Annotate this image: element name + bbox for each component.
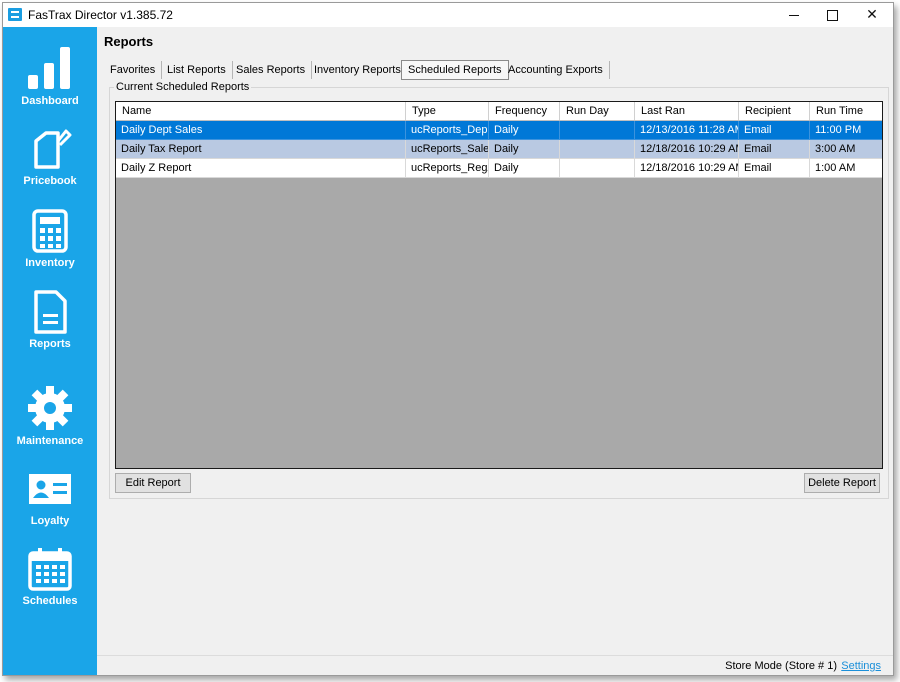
sidebar-item-label: Maintenance	[16, 435, 84, 447]
sidebar-item-inventory[interactable]: Inventory	[3, 209, 97, 283]
column-header-recipient[interactable]: Recipient	[739, 102, 810, 120]
close-icon: ✕	[866, 7, 878, 23]
bar-chart-icon	[28, 47, 70, 89]
sidebar-item-label: Dashboard	[21, 95, 79, 107]
tab-sales-reports[interactable]: Sales Reports	[230, 61, 313, 79]
column-header-run-day[interactable]: Run Day	[560, 102, 635, 120]
price-tag-icon	[34, 129, 72, 169]
cell-run-day	[560, 159, 635, 178]
sidebar-item-label: Inventory	[25, 257, 75, 269]
sidebar: Dashboard Pricebook Inventory Reports Ma…	[3, 27, 97, 675]
cell-run-time: 3:00 AM	[810, 140, 882, 159]
cell-name: Daily Tax Report	[116, 140, 406, 159]
minimize-button[interactable]	[775, 3, 813, 27]
tab-list-reports[interactable]: List Reports	[161, 61, 233, 79]
cell-last-ran: 12/18/2016 10:29 AM	[635, 140, 739, 159]
column-header-run-time[interactable]: Run Time	[810, 102, 882, 120]
column-header-last-ran[interactable]: Last Ran	[635, 102, 739, 120]
document-icon	[34, 290, 67, 334]
calendar-icon	[28, 548, 72, 591]
cell-recipient: Email	[739, 121, 810, 140]
cell-run-time: 11:00 PM	[810, 121, 882, 140]
tab-inventory-reports[interactable]: Inventory Reports	[308, 61, 408, 79]
cell-frequency: Daily	[489, 140, 560, 159]
cell-recipient: Email	[739, 140, 810, 159]
minimize-icon	[789, 14, 799, 16]
grid-header: Name Type Frequency Run Day Last Ran Rec…	[116, 102, 882, 121]
group-label: Current Scheduled Reports	[114, 81, 252, 93]
sidebar-item-label: Pricebook	[23, 175, 77, 187]
cell-run-day	[560, 140, 635, 159]
status-bar: Store Mode (Store # 1) Settings	[97, 655, 893, 675]
id-card-icon	[29, 474, 71, 504]
close-button[interactable]: ✕	[853, 3, 891, 27]
sidebar-item-schedules[interactable]: Schedules	[3, 547, 97, 621]
edit-report-button[interactable]: Edit Report	[115, 473, 191, 493]
main-content: Reports Favorites List Reports Sales Rep…	[97, 27, 893, 675]
maximize-icon	[826, 9, 838, 21]
cell-last-ran: 12/18/2016 10:29 AM	[635, 159, 739, 178]
calculator-icon	[32, 209, 68, 253]
column-header-frequency[interactable]: Frequency	[489, 102, 560, 120]
scheduled-reports-grid: Name Type Frequency Run Day Last Ran Rec…	[115, 101, 883, 469]
column-header-type[interactable]: Type	[406, 102, 489, 120]
cell-type: ucReports_RegZ	[406, 159, 489, 178]
sidebar-item-maintenance[interactable]: Maintenance	[3, 385, 97, 459]
sidebar-item-dashboard[interactable]: Dashboard	[3, 45, 97, 119]
cell-run-time: 1:00 AM	[810, 159, 882, 178]
scheduled-reports-group: Current Scheduled Reports Name Type Freq…	[109, 81, 889, 499]
tab-favorites[interactable]: Favorites	[104, 61, 163, 79]
delete-report-button[interactable]: Delete Report	[804, 473, 880, 493]
window-title: FasTrax Director v1.385.72	[28, 8, 173, 22]
page-title: Reports	[104, 34, 154, 49]
column-header-name[interactable]: Name	[116, 102, 406, 120]
gear-icon	[28, 386, 72, 430]
cell-frequency: Daily	[489, 121, 560, 140]
store-mode-status: Store Mode (Store # 1)	[725, 660, 837, 672]
app-logo-icon	[8, 8, 22, 21]
cell-last-ran: 12/13/2016 11:28 AM	[635, 121, 739, 140]
sidebar-item-pricebook[interactable]: Pricebook	[3, 127, 97, 201]
tab-scheduled-reports[interactable]: Scheduled Reports	[401, 60, 509, 80]
cell-type: ucReports_Dep...	[406, 121, 489, 140]
cell-name: Daily Z Report	[116, 159, 406, 178]
sidebar-item-label: Reports	[29, 338, 71, 350]
table-row[interactable]: Daily Z Report ucReports_RegZ Daily 12/1…	[116, 159, 882, 178]
settings-link[interactable]: Settings	[841, 660, 881, 672]
sidebar-item-loyalty[interactable]: Loyalty	[3, 473, 97, 547]
cell-recipient: Email	[739, 159, 810, 178]
maximize-button[interactable]	[813, 3, 851, 27]
tab-accounting-exports[interactable]: Accounting Exports	[502, 61, 610, 79]
cell-frequency: Daily	[489, 159, 560, 178]
sidebar-item-label: Loyalty	[30, 515, 70, 527]
sidebar-item-reports[interactable]: Reports	[3, 290, 97, 364]
cell-name: Daily Dept Sales	[116, 121, 406, 140]
table-row[interactable]: Daily Tax Report ucReports_Sale... Daily…	[116, 140, 882, 159]
cell-type: ucReports_Sale...	[406, 140, 489, 159]
cell-run-day	[560, 121, 635, 140]
title-bar: FasTrax Director v1.385.72 ✕	[3, 3, 893, 27]
sidebar-item-label: Schedules	[22, 595, 78, 607]
table-row[interactable]: Daily Dept Sales ucReports_Dep... Daily …	[116, 121, 882, 140]
app-window: FasTrax Director v1.385.72 ✕ Dashboard P…	[2, 2, 894, 676]
